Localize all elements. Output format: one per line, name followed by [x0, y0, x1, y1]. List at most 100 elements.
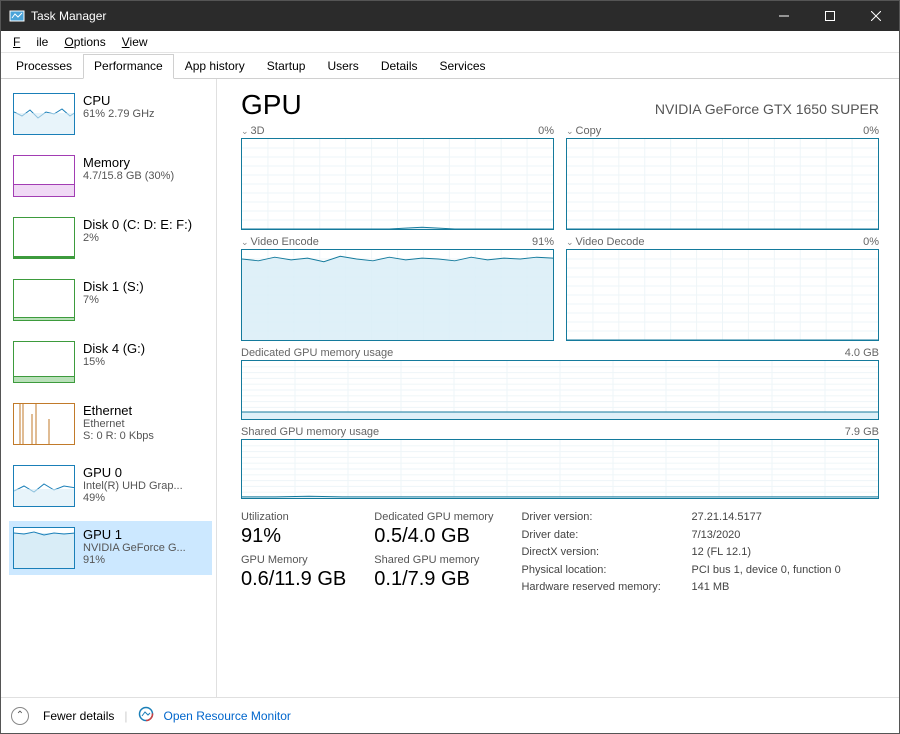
- engine-3d-chart: [241, 138, 554, 230]
- shmem-label: Shared GPU memory: [374, 554, 493, 566]
- sidebar-item-disk0[interactable]: Disk 0 (C: D: E: F:)2%: [9, 211, 212, 265]
- kv-hwres-v: 141 MB: [691, 581, 840, 597]
- cpu-title: CPU: [83, 93, 208, 108]
- kv-driver-version-v: 27.21.14.5177: [691, 511, 840, 527]
- footer: ⌃ Fewer details | Open Resource Monitor: [1, 697, 899, 733]
- dedmem-label: Dedicated GPU memory: [374, 511, 493, 523]
- disk1-thumb: [13, 279, 75, 321]
- engine-copy-pct: 0%: [863, 125, 879, 137]
- memory-thumb: [13, 155, 75, 197]
- sidebar-item-gpu1[interactable]: GPU 1NVIDIA GeForce G...91%: [9, 521, 212, 575]
- kv-hwres-k: Hardware reserved memory:: [521, 581, 691, 597]
- shared-mem-block: Shared GPU memory usage 7.9 GB: [241, 426, 879, 499]
- menu-view[interactable]: View: [114, 33, 156, 51]
- driver-info: Driver version:27.21.14.5177 Driver date…: [521, 511, 840, 597]
- tab-app-history[interactable]: App history: [174, 54, 256, 79]
- engine-3d-label: 3D: [251, 125, 265, 137]
- kv-location-v: PCI bus 1, device 0, function 0: [691, 564, 840, 580]
- kv-location-k: Physical location:: [521, 564, 691, 580]
- sidebar-item-gpu0[interactable]: GPU 0Intel(R) UHD Grap...49%: [9, 459, 212, 513]
- dedicated-mem-max: 4.0 GB: [845, 347, 879, 359]
- kv-driver-version-k: Driver version:: [521, 511, 691, 527]
- sidebar: CPU61% 2.79 GHz Memory4.7/15.8 GB (30%) …: [1, 79, 217, 697]
- gpu0-sub2: 49%: [83, 492, 208, 504]
- sidebar-item-disk1[interactable]: Disk 1 (S:)7%: [9, 273, 212, 327]
- menubar: File Options View: [1, 31, 899, 53]
- engine-decode-label: Video Decode: [576, 236, 645, 248]
- sidebar-item-disk4[interactable]: Disk 4 (G:)15%: [9, 335, 212, 389]
- minimize-button[interactable]: [761, 1, 807, 31]
- disk0-thumb: [13, 217, 75, 259]
- menu-file[interactable]: File: [5, 33, 56, 51]
- engine-encode-label: Video Encode: [251, 236, 319, 248]
- maximize-button[interactable]: [807, 1, 853, 31]
- utilization-label: Utilization: [241, 511, 346, 523]
- tab-strip: Processes Performance App history Startu…: [1, 53, 899, 79]
- gpu0-thumb: [13, 465, 75, 507]
- shared-mem-max: 7.9 GB: [845, 426, 879, 438]
- gpu1-title: GPU 1: [83, 527, 208, 542]
- shared-mem-chart: [241, 439, 879, 499]
- eth-title: Ethernet: [83, 403, 208, 418]
- chevron-down-icon: ⌄: [566, 237, 574, 247]
- gpu1-thumb: [13, 527, 75, 569]
- engine-encode-pct: 91%: [532, 236, 554, 248]
- disk0-sub: 2%: [83, 232, 208, 244]
- tab-startup[interactable]: Startup: [256, 54, 317, 79]
- engine-decode-pct: 0%: [863, 236, 879, 248]
- cpu-sub: 61% 2.79 GHz: [83, 108, 208, 120]
- eth-thumb: [13, 403, 75, 445]
- tab-performance[interactable]: Performance: [83, 54, 174, 79]
- shared-mem-label: Shared GPU memory usage: [241, 426, 379, 438]
- menu-options[interactable]: Options: [56, 33, 113, 51]
- chevron-down-icon: ⌄: [241, 126, 249, 136]
- engine-copy[interactable]: ⌄Copy 0%: [566, 125, 879, 230]
- disk0-title: Disk 0 (C: D: E: F:): [83, 217, 208, 232]
- disk4-sub: 15%: [83, 356, 208, 368]
- cpu-thumb: [13, 93, 75, 135]
- engine-decode-chart: [566, 249, 879, 341]
- tab-processes[interactable]: Processes: [5, 54, 83, 79]
- disk4-title: Disk 4 (G:): [83, 341, 208, 356]
- engine-3d-pct: 0%: [538, 125, 554, 137]
- collapse-icon[interactable]: ⌃: [11, 707, 29, 725]
- kv-directx-k: DirectX version:: [521, 546, 691, 562]
- chevron-down-icon: ⌄: [241, 237, 249, 247]
- device-name: NVIDIA GeForce GTX 1650 SUPER: [655, 101, 879, 117]
- engine-video-decode[interactable]: ⌄Video Decode 0%: [566, 236, 879, 341]
- shmem-value: 0.1/7.9 GB: [374, 568, 493, 591]
- sidebar-item-cpu[interactable]: CPU61% 2.79 GHz: [9, 87, 212, 141]
- titlebar: Task Manager: [1, 1, 899, 31]
- dedmem-value: 0.5/4.0 GB: [374, 525, 493, 548]
- dedicated-mem-label: Dedicated GPU memory usage: [241, 347, 393, 359]
- open-resource-monitor-link[interactable]: Open Resource Monitor: [164, 709, 291, 723]
- engine-3d[interactable]: ⌄3D 0%: [241, 125, 554, 230]
- close-button[interactable]: [853, 1, 899, 31]
- dedicated-mem-chart: [241, 360, 879, 420]
- disk1-title: Disk 1 (S:): [83, 279, 208, 294]
- app-icon: [9, 8, 25, 24]
- page-title: GPU: [241, 89, 302, 121]
- eth-sub: Ethernet: [83, 418, 208, 430]
- engine-video-encode[interactable]: ⌄Video Encode 91%: [241, 236, 554, 341]
- window-title: Task Manager: [31, 9, 106, 23]
- fewer-details-link[interactable]: Fewer details: [43, 709, 114, 723]
- chevron-down-icon: ⌄: [566, 126, 574, 136]
- main-panel: GPU NVIDIA GeForce GTX 1650 SUPER ⌄3D0% …: [217, 79, 899, 697]
- disk4-thumb: [13, 341, 75, 383]
- gpu0-title: GPU 0: [83, 465, 208, 480]
- gpumem-value: 0.6/11.9 GB: [241, 568, 346, 591]
- kv-driver-date-v: 7/13/2020: [691, 529, 840, 545]
- memory-title: Memory: [83, 155, 208, 170]
- kv-directx-v: 12 (FL 12.1): [691, 546, 840, 562]
- gpu0-sub: Intel(R) UHD Grap...: [83, 480, 208, 492]
- engine-encode-chart: [241, 249, 554, 341]
- sidebar-item-ethernet[interactable]: EthernetEthernetS: 0 R: 0 Kbps: [9, 397, 212, 451]
- tab-details[interactable]: Details: [370, 54, 429, 79]
- sidebar-item-memory[interactable]: Memory4.7/15.8 GB (30%): [9, 149, 212, 203]
- engine-copy-label: Copy: [576, 125, 602, 137]
- gpu1-sub2: 91%: [83, 554, 208, 566]
- kv-driver-date-k: Driver date:: [521, 529, 691, 545]
- tab-users[interactable]: Users: [316, 54, 369, 79]
- tab-services[interactable]: Services: [429, 54, 497, 79]
